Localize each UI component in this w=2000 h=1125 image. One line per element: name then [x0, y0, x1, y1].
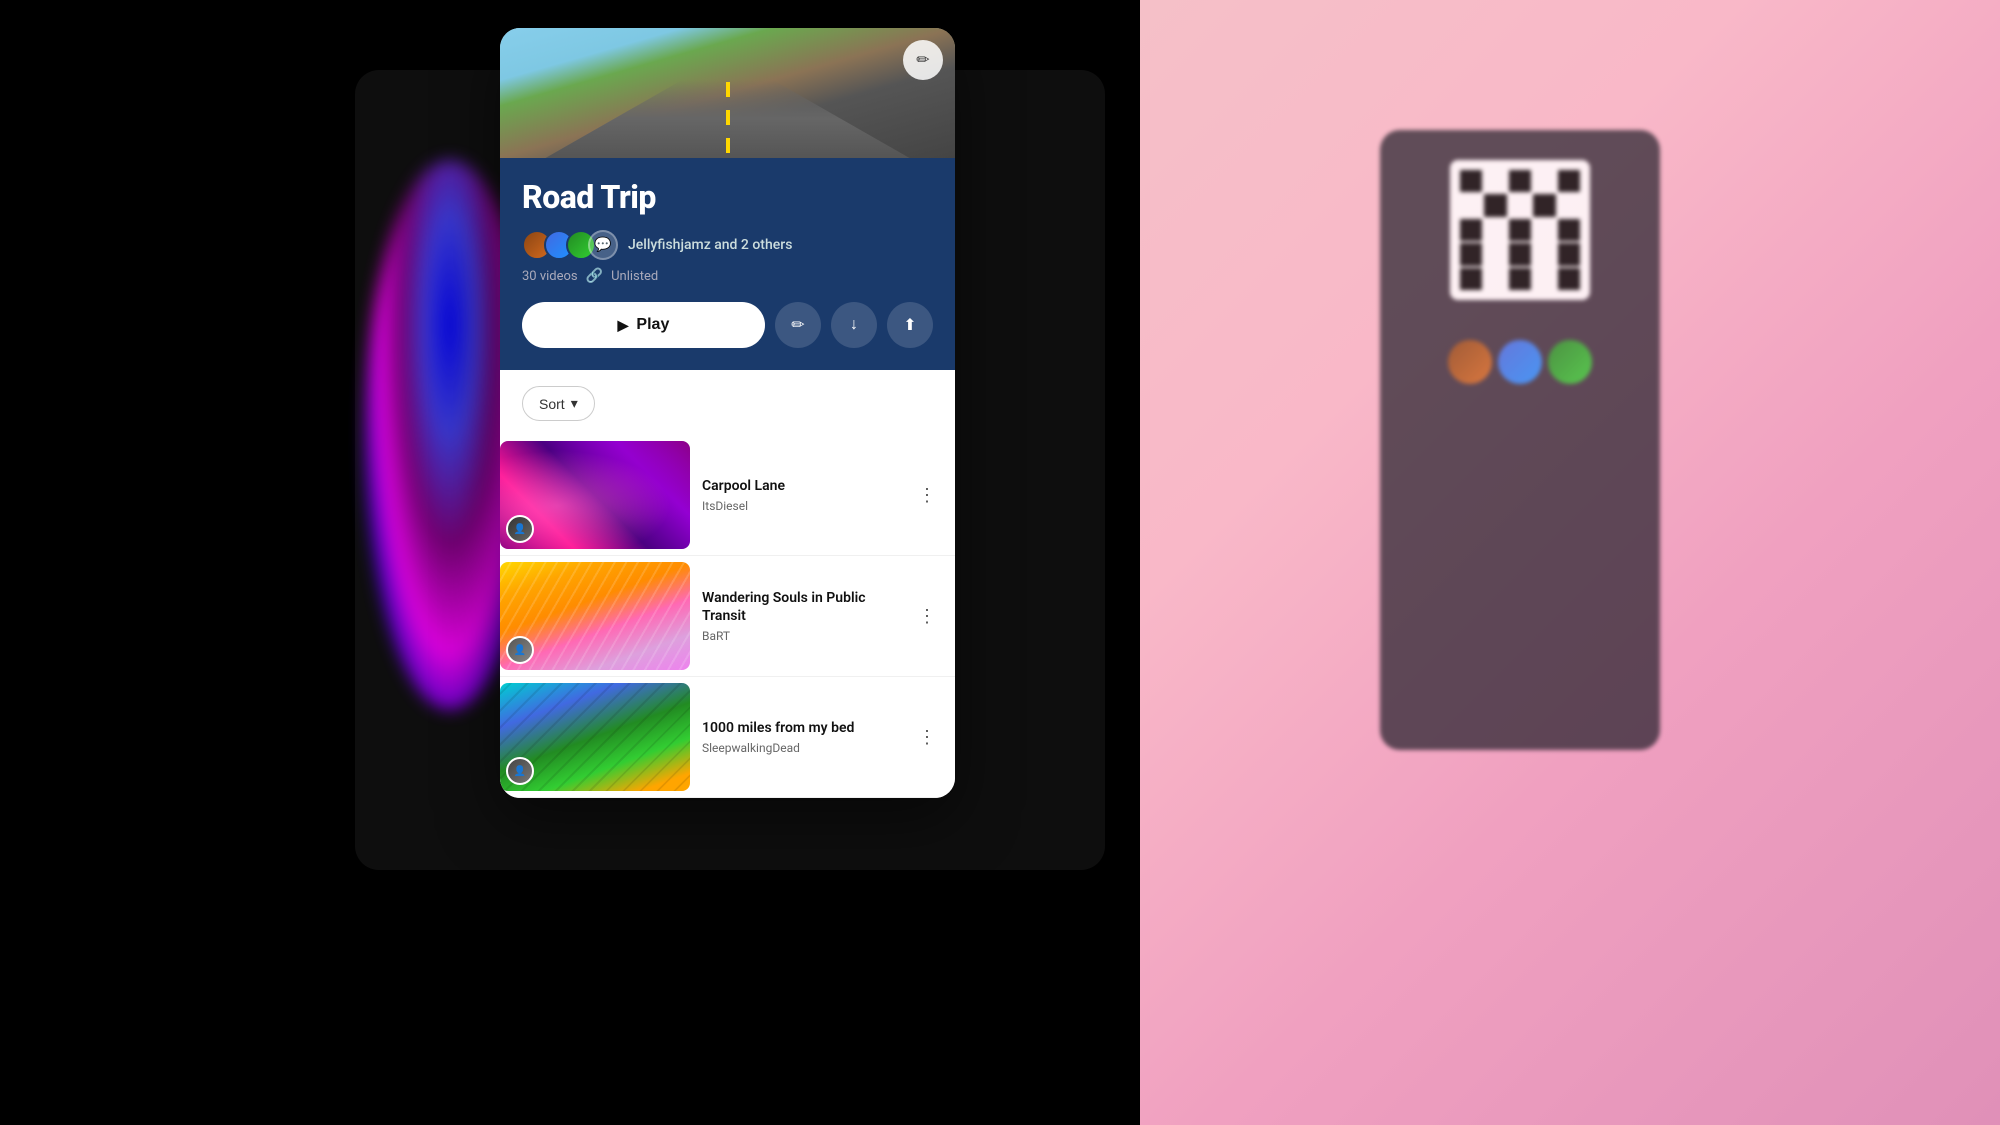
download-icon: ↓ [850, 316, 858, 334]
right-panel-avatars [1448, 340, 1592, 384]
hero-edit-button[interactable]: ✏ [903, 40, 943, 80]
qr-cell [1460, 243, 1482, 265]
thumbnail-1: 👤 [500, 441, 690, 549]
video-title-2: Wandering Souls in Public Transit [702, 589, 899, 625]
qr-cell [1558, 194, 1580, 216]
qr-cell [1509, 219, 1531, 241]
qr-cell [1509, 243, 1531, 265]
actions-row: ▶ Play ✏ ↓ ⬆ [522, 302, 933, 348]
video-count: 30 videos [522, 269, 578, 284]
collaborators-row: 💬 Jellyfishjamz and 2 others [522, 230, 933, 260]
avatar [1498, 340, 1542, 384]
video-menu-button-3[interactable]: ⋮ [911, 721, 943, 753]
visibility-text: Unlisted [611, 269, 658, 284]
avatar [1548, 340, 1592, 384]
qr-cell [1533, 219, 1555, 241]
share-icon: ⬆ [903, 315, 916, 335]
phone-card: ✏ Road Trip 💬 Jellyfishjamz and 2 others… [500, 28, 955, 798]
qr-cell [1509, 194, 1531, 216]
right-qr-panel [1380, 130, 1660, 750]
qr-cell [1460, 194, 1482, 216]
header-section: Road Trip 💬 Jellyfishjamz and 2 others 3… [500, 158, 955, 370]
qr-code [1450, 160, 1590, 300]
qr-cell [1484, 243, 1506, 265]
qr-cell [1484, 268, 1506, 290]
avatar [1448, 340, 1492, 384]
qr-cell [1533, 170, 1555, 192]
sort-label: Sort [539, 396, 565, 412]
play-button[interactable]: ▶ Play [522, 302, 765, 348]
pencil-icon: ✏ [916, 50, 929, 70]
video-item[interactable]: 👤 1000 miles from my bed SleepwalkingDea… [500, 677, 955, 798]
qr-cell [1558, 219, 1580, 241]
more-vert-icon: ⋮ [918, 485, 936, 506]
qr-cell [1484, 194, 1506, 216]
qr-cell [1484, 170, 1506, 192]
video-title-3: 1000 miles from my bed [702, 719, 899, 737]
qr-cell [1460, 170, 1482, 192]
video-item[interactable]: 👤 Wandering Souls in Public Transit BaRT… [500, 556, 955, 677]
qr-cell [1460, 219, 1482, 241]
video-info-3: 1000 miles from my bed SleepwalkingDead [702, 719, 899, 755]
road-line [726, 82, 730, 154]
link-icon: 🔗 [586, 268, 603, 284]
qr-cell [1484, 219, 1506, 241]
video-info-1: Carpool Lane ItsDiesel [702, 477, 899, 513]
edit-button[interactable]: ✏ [775, 302, 821, 348]
download-button[interactable]: ↓ [831, 302, 877, 348]
video-list: 👤 Carpool Lane ItsDiesel ⋮ 👤 Wandering S… [500, 435, 955, 798]
play-icon: ▶ [618, 317, 629, 334]
qr-cell [1533, 194, 1555, 216]
more-vert-icon: ⋮ [918, 727, 936, 748]
sort-button[interactable]: Sort ▾ [522, 386, 595, 421]
qr-cell [1533, 243, 1555, 265]
video-avatar-1: 👤 [506, 515, 534, 543]
playlist-title: Road Trip [522, 178, 933, 216]
qr-cell [1558, 243, 1580, 265]
sort-row: Sort ▾ [500, 386, 955, 435]
chevron-down-icon: ▾ [571, 395, 578, 412]
qr-cell [1509, 268, 1531, 290]
video-channel-2: BaRT [702, 629, 899, 643]
qr-cell [1558, 170, 1580, 192]
video-avatar-3: 👤 [506, 757, 534, 785]
hero-image: ✏ [500, 28, 955, 158]
thumbnail-2: 👤 [500, 562, 690, 670]
qr-cell [1460, 268, 1482, 290]
avatar-stack: 💬 [522, 230, 618, 260]
play-label: Play [636, 316, 669, 334]
qr-cell [1533, 268, 1555, 290]
road-overlay [500, 28, 955, 158]
collaborator-text: Jellyfishjamz and 2 others [628, 237, 792, 253]
video-menu-button-1[interactable]: ⋮ [911, 479, 943, 511]
qr-cell [1558, 268, 1580, 290]
share-button[interactable]: ⬆ [887, 302, 933, 348]
video-item[interactable]: 👤 Carpool Lane ItsDiesel ⋮ [500, 435, 955, 556]
more-vert-icon: ⋮ [918, 606, 936, 627]
avatar-chat: 💬 [588, 230, 618, 260]
video-info-2: Wandering Souls in Public Transit BaRT [702, 589, 899, 643]
video-channel-1: ItsDiesel [702, 499, 899, 513]
qr-cell [1509, 170, 1531, 192]
video-menu-button-2[interactable]: ⋮ [911, 600, 943, 632]
content-section: Sort ▾ 👤 Carpool Lane ItsDiesel ⋮ [500, 370, 955, 798]
video-channel-3: SleepwalkingDead [702, 741, 899, 755]
video-title-1: Carpool Lane [702, 477, 899, 495]
video-avatar-2: 👤 [506, 636, 534, 664]
thumbnail-3: 👤 [500, 683, 690, 791]
edit-icon: ✏ [791, 315, 804, 335]
meta-row: 30 videos 🔗 Unlisted [522, 268, 933, 284]
